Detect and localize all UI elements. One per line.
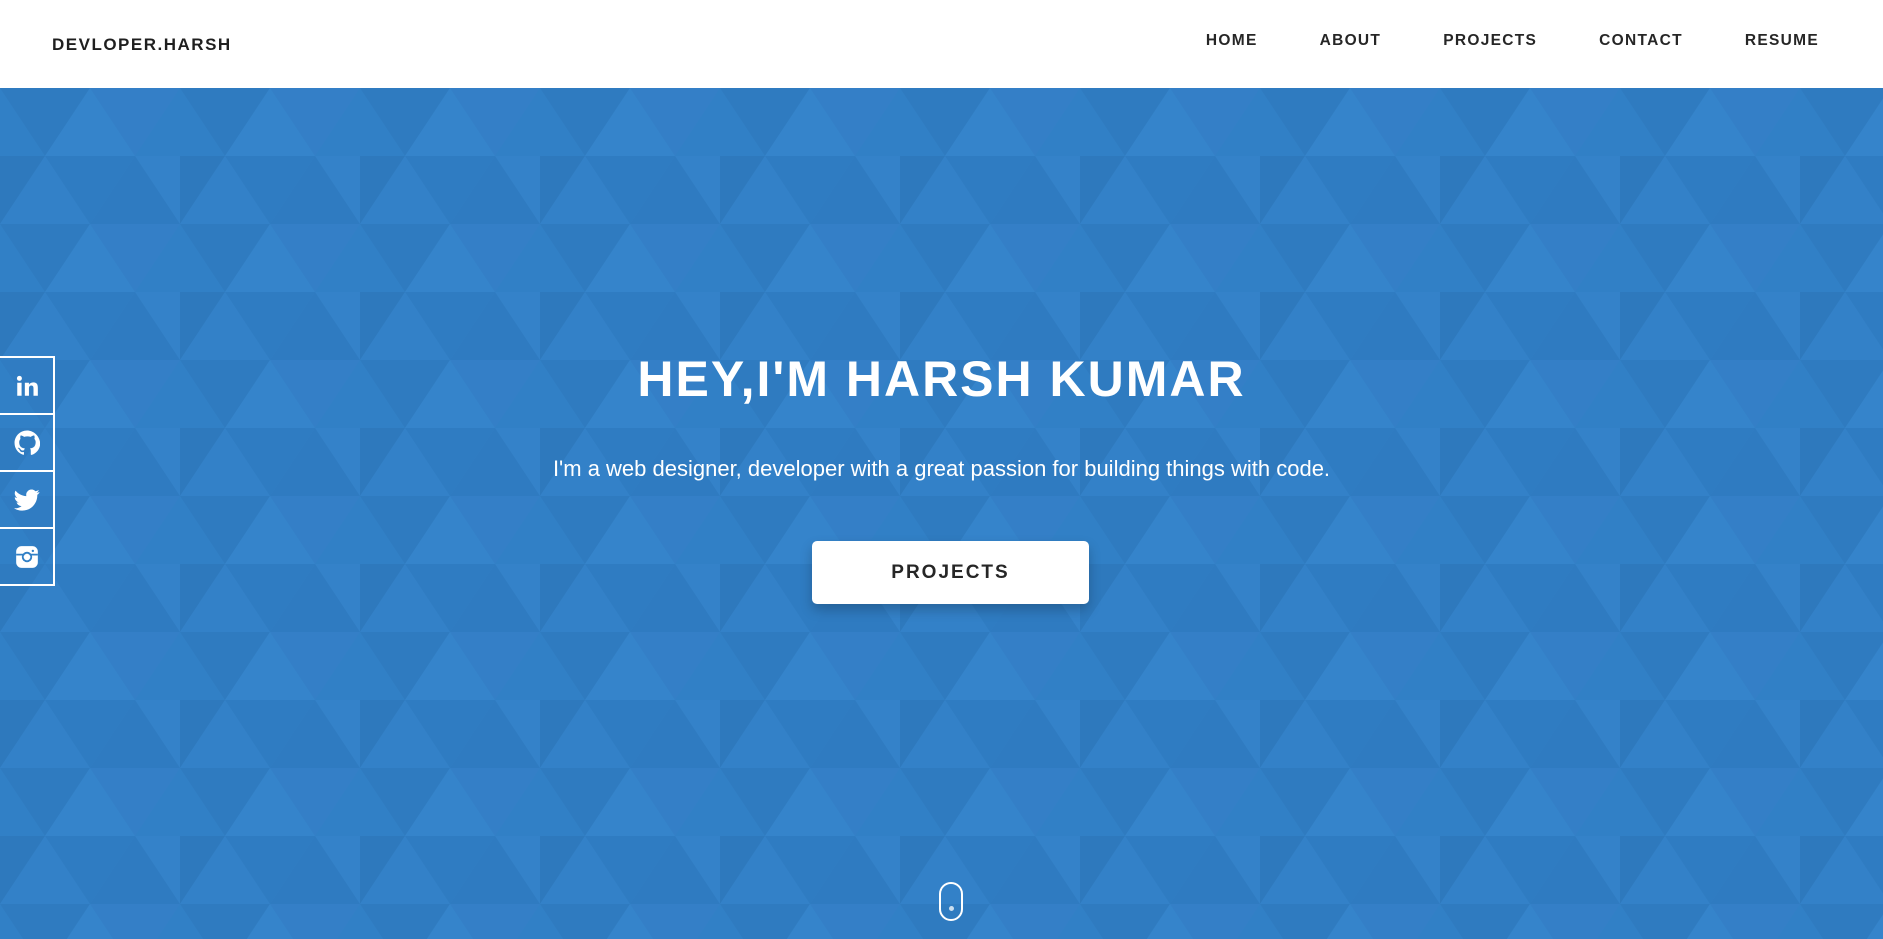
nav-link-about[interactable]: ABOUT — [1320, 32, 1382, 50]
projects-button[interactable]: PROJECTS — [812, 541, 1089, 604]
brand-logo[interactable]: DEVLOPER.HARSH — [52, 35, 232, 55]
nav-link-home[interactable]: HOME — [1206, 32, 1258, 50]
navbar: DEVLOPER.HARSH HOME ABOUT PROJECTS CONTA… — [0, 0, 1883, 88]
nav-link-contact[interactable]: CONTACT — [1599, 32, 1683, 50]
hero-subtitle: I'm a web designer, developer with a gre… — [552, 456, 1331, 481]
linkedin-icon — [16, 375, 38, 396]
nav-links: HOME ABOUT PROJECTS CONTACT RESUME — [1144, 32, 1819, 50]
twitter-icon — [13, 488, 40, 511]
hero-section: HEY,I'M HARSH KUMAR I'm a web designer, … — [0, 88, 1883, 939]
social-sidebar — [0, 356, 55, 586]
hero-title: HEY,I'M HARSH KUMAR — [637, 351, 1246, 407]
github-link[interactable] — [0, 413, 55, 472]
nav-link-resume[interactable]: RESUME — [1745, 32, 1819, 50]
triangle-background-pattern — [0, 88, 1883, 939]
nav-link-projects[interactable]: PROJECTS — [1443, 32, 1537, 50]
scroll-dot — [949, 906, 954, 911]
linkedin-link[interactable] — [0, 356, 55, 415]
github-icon — [14, 430, 40, 455]
instagram-link[interactable] — [0, 527, 55, 586]
scroll-down-indicator[interactable] — [939, 882, 963, 921]
twitter-link[interactable] — [0, 470, 55, 529]
instagram-icon — [15, 545, 38, 568]
